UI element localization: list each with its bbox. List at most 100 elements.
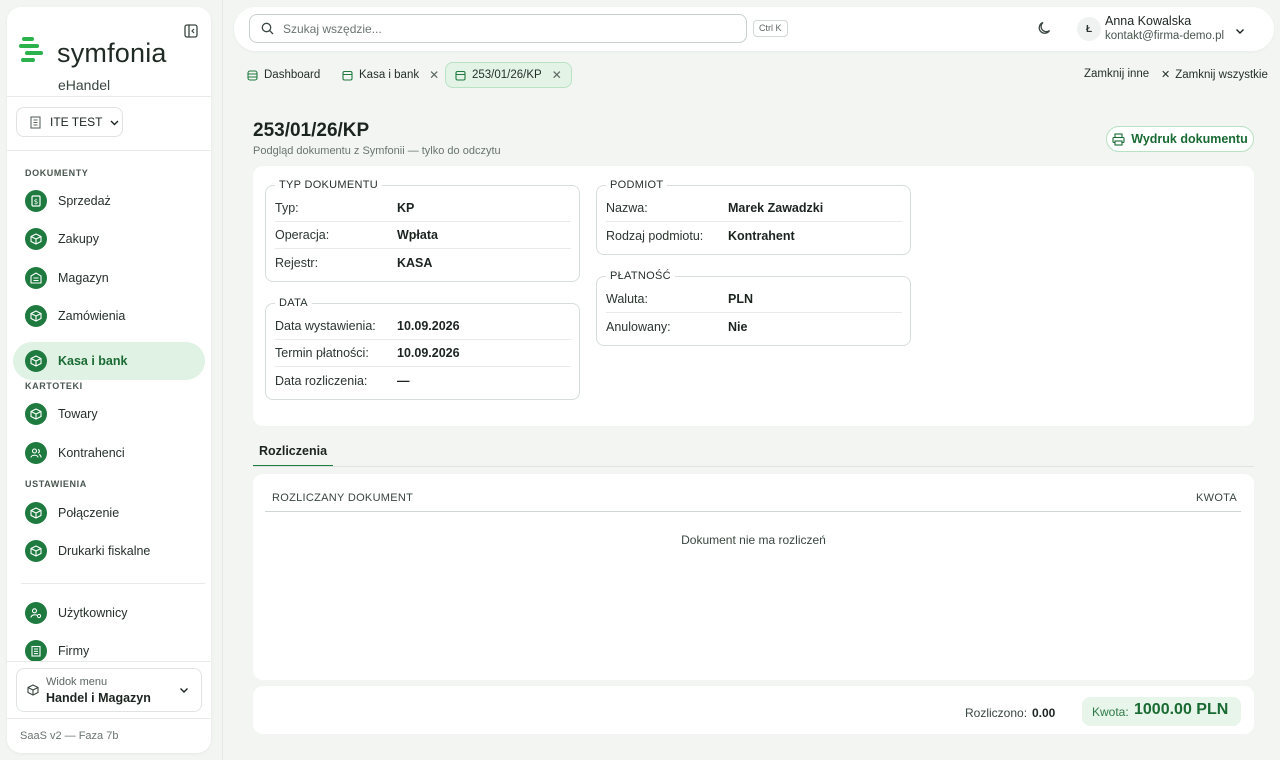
section-legend: PODMIOT bbox=[606, 179, 668, 191]
sidebar-item-label: Zamówienia bbox=[58, 309, 126, 323]
detail-value: — bbox=[397, 373, 410, 388]
topbar: Szukaj wszędzie... Ctrl K Ł Anna Kowalsk… bbox=[234, 7, 1274, 51]
detail-key: Operacja: bbox=[275, 228, 330, 242]
sidebar-item-purchases[interactable]: Zakupy bbox=[13, 220, 205, 258]
detail-row: Anulowany: Nie bbox=[606, 313, 902, 340]
close-all-button[interactable]: ✕ Zamknij wszystkie bbox=[1161, 68, 1268, 82]
detail-value: KASA bbox=[397, 255, 433, 270]
sidebar-item-contractors[interactable]: Kontrahenci bbox=[13, 434, 205, 472]
layout-divider bbox=[222, 0, 223, 760]
sidebar-item-label: Sprzedaż bbox=[58, 194, 111, 208]
sidebar-divider bbox=[7, 661, 211, 662]
invoice-icon: $ bbox=[25, 190, 47, 212]
company-select[interactable]: ITE TEST bbox=[16, 107, 123, 137]
detail-value: 10.09.2026 bbox=[397, 346, 460, 360]
sidebar: symfonia eHandel ITE TEST DOKUMENTY $ Sp… bbox=[7, 7, 211, 753]
close-icon: ✕ bbox=[1161, 69, 1171, 81]
print-document-button[interactable]: Wydruk dokumentu bbox=[1106, 126, 1254, 152]
detail-value: PLN bbox=[728, 292, 753, 306]
sidebar-toggle-icon bbox=[184, 24, 198, 38]
user-key-icon bbox=[25, 602, 47, 624]
sidebar-item-cash-bank[interactable]: Kasa i bank bbox=[13, 342, 205, 380]
close-all-label: Zamknij wszystkie bbox=[1175, 68, 1268, 81]
detail-value: KP bbox=[397, 201, 415, 215]
database-icon bbox=[247, 69, 258, 81]
table-header-divider bbox=[265, 511, 1241, 512]
symfonia-logo-icon bbox=[19, 37, 43, 62]
sidebar-item-companies[interactable]: Firmy bbox=[13, 632, 205, 670]
sidebar-divider bbox=[21, 583, 205, 584]
section-label-files: KARTOTEKI bbox=[25, 381, 83, 391]
detail-value: Nie bbox=[728, 319, 748, 334]
company-name: ITE TEST bbox=[50, 115, 103, 129]
document-tab-icon bbox=[342, 70, 353, 81]
section-legend: DATA bbox=[275, 297, 312, 309]
close-icon[interactable]: ✕ bbox=[429, 68, 439, 82]
sidebar-item-orders[interactable]: Zamówienia bbox=[13, 297, 205, 335]
box-icon bbox=[25, 350, 47, 372]
tab-document[interactable]: 253/01/26/KP ✕ bbox=[445, 62, 572, 88]
settlements-table-card bbox=[253, 474, 1254, 680]
svg-text:$: $ bbox=[34, 198, 38, 206]
theme-toggle-button[interactable] bbox=[1037, 20, 1053, 41]
sidebar-item-warehouse[interactable]: Magazyn bbox=[13, 259, 205, 297]
amount-value: 1000.00 PLN bbox=[1134, 701, 1229, 718]
search-input[interactable]: Szukaj wszędzie... bbox=[249, 14, 747, 43]
document-tab-icon bbox=[455, 70, 466, 81]
detail-key: Termin płatności: bbox=[275, 346, 369, 360]
sidebar-divider bbox=[7, 96, 211, 97]
sidebar-item-label: Towary bbox=[58, 407, 98, 421]
tab-dashboard[interactable]: Dashboard bbox=[238, 62, 329, 88]
sidebar-divider bbox=[7, 718, 211, 719]
tab-cash-bank[interactable]: Kasa i bank ✕ bbox=[333, 62, 448, 88]
empty-state-text: Dokument nie ma rozliczeń bbox=[681, 533, 826, 547]
box-icon bbox=[25, 305, 47, 327]
sidebar-item-label: Użytkownicy bbox=[58, 606, 128, 620]
sidebar-divider bbox=[7, 150, 211, 151]
sidebar-item-products[interactable]: Towary bbox=[13, 395, 205, 433]
tab-underline bbox=[253, 466, 1254, 467]
detail-key: Nazwa: bbox=[606, 201, 648, 215]
print-label: Wydruk dokumentu bbox=[1131, 132, 1248, 146]
section-label-documents: DOKUMENTY bbox=[25, 168, 89, 178]
detail-key: Waluta: bbox=[606, 292, 648, 306]
page-title: 253/01/26/KP bbox=[253, 120, 370, 141]
detail-key: Data rozliczenia: bbox=[275, 373, 368, 388]
section-legend: TYP DOKUMENTU bbox=[275, 179, 383, 191]
detail-row: Operacja: Wpłata bbox=[275, 222, 571, 249]
box-icon bbox=[25, 502, 47, 524]
close-icon[interactable]: ✕ bbox=[552, 68, 562, 82]
sidebar-item-fiscal-printers[interactable]: Drukarki fiskalne bbox=[13, 532, 205, 570]
sidebar-item-users[interactable]: Użytkownicy bbox=[13, 594, 205, 632]
detail-row: Rodzaj podmiotu: Kontrahent bbox=[606, 222, 902, 249]
document-details-card: TYP DOKUMENTU Typ: KP Operacja: Wpłata R… bbox=[253, 166, 1254, 426]
building-icon bbox=[30, 115, 41, 129]
close-others-button[interactable]: Zamknij inne bbox=[1084, 68, 1149, 80]
menu-view-select[interactable]: Widok menu Handel i Magazyn bbox=[16, 668, 202, 712]
detail-row: Nazwa: Marek Zawadzki bbox=[606, 195, 902, 222]
box-icon bbox=[25, 228, 47, 250]
box-icon bbox=[27, 684, 39, 696]
users-icon bbox=[25, 442, 47, 464]
app-version: SaaS v2 — Faza 7b bbox=[20, 730, 119, 742]
tab-label: Kasa i bank bbox=[359, 69, 420, 81]
sidebar-item-sales[interactable]: $ Sprzedaż bbox=[13, 182, 205, 220]
user-email: kontakt@firma-demo.pl bbox=[1105, 30, 1225, 42]
avatar[interactable]: Ł bbox=[1077, 17, 1101, 41]
search-placeholder: Szukaj wszędzie... bbox=[283, 21, 382, 36]
sidebar-item-connection[interactable]: Połączenie bbox=[13, 494, 205, 532]
tab-label: Dashboard bbox=[264, 69, 321, 81]
collapse-sidebar-button[interactable] bbox=[177, 17, 205, 45]
sidebar-item-label: Kasa i bank bbox=[58, 354, 128, 368]
column-header-document: ROZLICZANY DOKUMENT bbox=[272, 492, 414, 504]
amount-label: Kwota: bbox=[1092, 705, 1129, 719]
section-legend: PŁATNOŚĆ bbox=[606, 270, 675, 282]
detail-key: Rejestr: bbox=[275, 255, 319, 270]
settled-label: Rozliczono: bbox=[965, 706, 1028, 720]
tab-settlements[interactable]: Rozliczenia bbox=[253, 437, 333, 467]
detail-key: Data wystawienia: bbox=[275, 319, 376, 333]
box-icon bbox=[25, 403, 47, 425]
detail-value: Marek Zawadzki bbox=[728, 201, 824, 215]
user-menu-button[interactable] bbox=[1235, 23, 1245, 41]
detail-row: Typ: KP bbox=[275, 195, 571, 222]
